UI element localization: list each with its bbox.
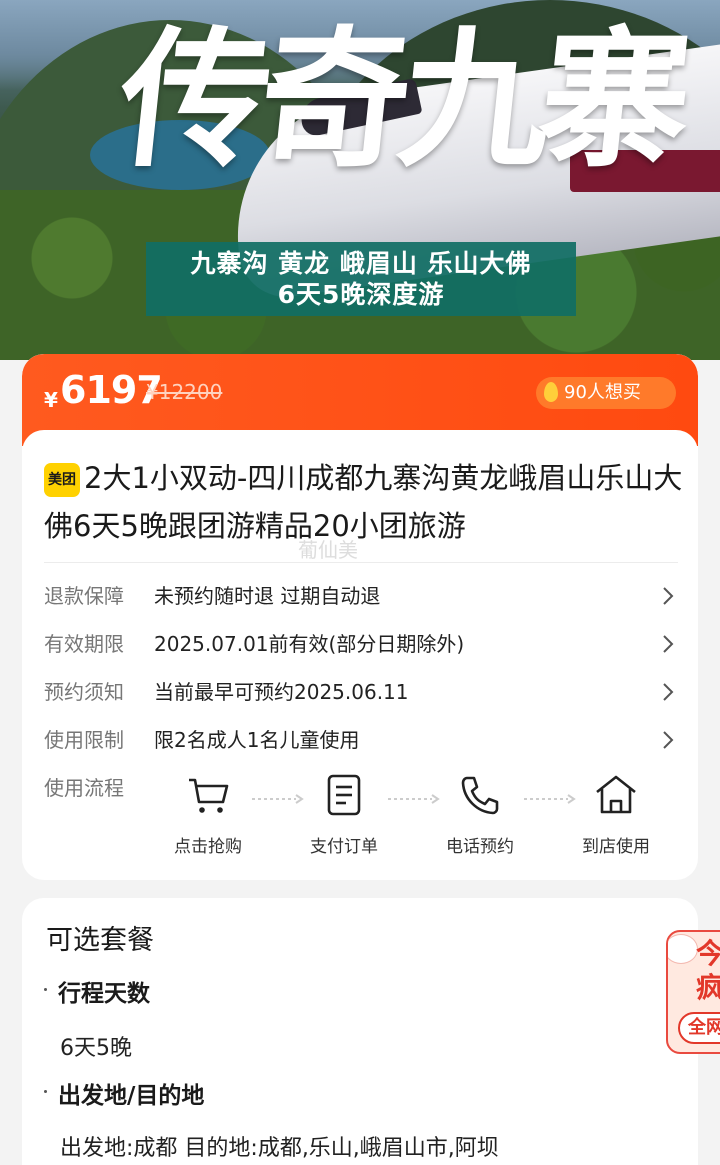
info-row-value: 当前最早可预约2025.06.11 bbox=[154, 680, 409, 704]
flow-step-use: 到店使用 bbox=[566, 772, 666, 857]
want-count-badge: 90人想买 bbox=[536, 377, 676, 409]
hero-subtitle-line1: 九寨沟 黄龙 峨眉山 乐山大佛 bbox=[190, 249, 532, 278]
info-row-label: 退款保障 bbox=[44, 584, 124, 608]
floating-promo[interactable]: 今 疯 全网 bbox=[666, 930, 720, 1054]
flame-icon bbox=[544, 382, 558, 402]
price-original: ¥12200 bbox=[146, 380, 223, 404]
cart-icon bbox=[189, 778, 229, 813]
meituan-badge: 美团 bbox=[44, 463, 80, 497]
info-row-label: 有效期限 bbox=[44, 632, 124, 656]
package-section-value: 6天5晚 bbox=[60, 1036, 132, 1061]
product-title-text: 2大1小双动-四川成都九寨沟黄龙峨眉山乐山大佛6天5晚跟团游精品20小团旅游 bbox=[44, 461, 683, 543]
chevron-right-icon bbox=[663, 635, 674, 653]
info-row-refund[interactable]: 退款保障 未预约随时退 过期自动退 bbox=[44, 580, 678, 612]
want-count-text: 90人想买 bbox=[564, 382, 641, 403]
hero-banner[interactable]: 传奇九寨 九寨沟 黄龙 峨眉山 乐山大佛 6天5晚深度游 bbox=[0, 0, 720, 360]
flow-step-buy: 点击抢购 bbox=[158, 772, 258, 857]
chevron-right-icon bbox=[663, 587, 674, 605]
info-row-validity[interactable]: 有效期限 2025.07.01前有效(部分日期除外) bbox=[44, 628, 678, 660]
hero-calligraphy-title: 传奇九寨 bbox=[111, 12, 690, 188]
packages-title: 可选套餐 bbox=[46, 925, 154, 956]
flow-step-label: 支付订单 bbox=[310, 837, 378, 857]
hero-subtitle-line2: 6天5晚深度游 bbox=[277, 280, 445, 309]
watermark-text: 葡仙美 bbox=[298, 538, 358, 562]
info-row-usage-limit[interactable]: 使用限制 限2名成人1名儿童使用 bbox=[44, 724, 678, 756]
document-icon bbox=[327, 774, 361, 816]
price-bar: ¥ 6197 ¥12200 90人想买 bbox=[22, 354, 698, 470]
divider bbox=[44, 562, 678, 563]
mascot-icon bbox=[668, 934, 698, 964]
info-row-value: 未预约随时退 过期自动退 bbox=[154, 584, 381, 608]
promo-text-line2: 疯 bbox=[696, 966, 720, 1006]
chevron-right-icon bbox=[663, 731, 674, 749]
packages-card: 可选套餐 行程天数 6天5晚 出发地/目的地 出发地:成都 目的地:成都,乐山,… bbox=[22, 898, 698, 1165]
package-section-value: 出发地:成都 目的地:成都,乐山,峨眉山市,阿坝 bbox=[60, 1136, 499, 1161]
package-section-heading: 出发地/目的地 bbox=[58, 1083, 205, 1109]
price-currency: ¥ bbox=[44, 388, 58, 412]
usage-flow-label: 使用流程 bbox=[44, 776, 124, 800]
info-row-value: 限2名成人1名儿童使用 bbox=[154, 728, 360, 752]
package-section-heading: 行程天数 bbox=[58, 981, 150, 1007]
flow-step-label: 到店使用 bbox=[582, 837, 650, 857]
info-row-booking[interactable]: 预约须知 当前最早可预约2025.06.11 bbox=[44, 676, 678, 708]
flow-step-call: 电话预约 bbox=[430, 772, 530, 857]
chevron-right-icon bbox=[663, 683, 674, 701]
hero-subtitle-box: 九寨沟 黄龙 峨眉山 乐山大佛 6天5晚深度游 bbox=[146, 242, 576, 316]
bullet-dot bbox=[44, 988, 47, 991]
phone-icon bbox=[461, 776, 499, 815]
info-row-value: 2025.07.01前有效(部分日期除外) bbox=[154, 632, 465, 656]
promo-tag: 全网 bbox=[678, 1012, 720, 1044]
home-icon bbox=[596, 775, 636, 814]
product-title: 美团 2大1小双动-四川成都九寨沟黄龙峨眉山乐山大佛6天5晚跟团游精品20小团旅游 bbox=[44, 454, 684, 550]
product-card: ¥ 6197 ¥12200 90人想买 美团 2大1小双动-四川成都九寨沟黄龙峨眉… bbox=[22, 354, 698, 880]
flow-step-pay: 支付订单 bbox=[294, 772, 394, 857]
bullet-dot bbox=[44, 1090, 47, 1093]
info-row-label: 使用限制 bbox=[44, 728, 124, 752]
flow-step-label: 电话预约 bbox=[446, 837, 514, 857]
info-row-label: 预约须知 bbox=[44, 680, 124, 704]
flow-step-label: 点击抢购 bbox=[174, 837, 242, 857]
